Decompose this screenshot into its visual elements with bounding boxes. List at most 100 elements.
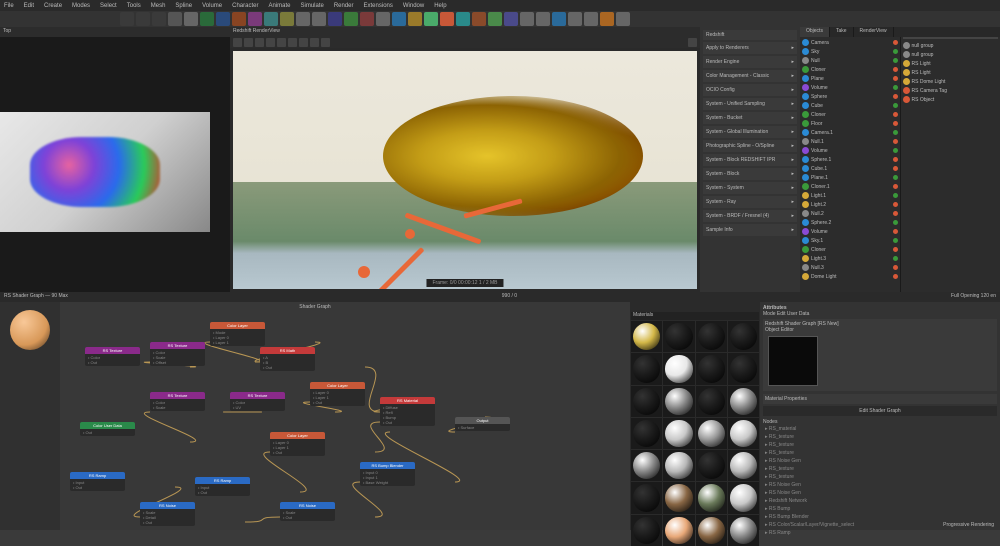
material-swatch[interactable] xyxy=(696,321,727,352)
timeline[interactable]: RS Shader Graph — 90 Max 990 / 0 Full Op… xyxy=(0,292,1000,302)
material-swatch[interactable] xyxy=(696,450,727,481)
object-visibility-dot[interactable] xyxy=(893,166,898,171)
object-visibility-dot[interactable] xyxy=(893,256,898,261)
menu-mesh[interactable]: Mesh xyxy=(151,3,166,9)
toolbar-icon-9[interactable] xyxy=(264,12,278,26)
shader-node[interactable]: RS Material • Diffuse• Refl• Bump• Out xyxy=(380,397,435,426)
material-swatch[interactable] xyxy=(663,321,694,352)
object-visibility-dot[interactable] xyxy=(893,238,898,243)
object-visibility-dot[interactable] xyxy=(893,193,898,198)
object-visibility-dot[interactable] xyxy=(893,274,898,279)
toolbar-icon-13[interactable] xyxy=(328,12,342,26)
material-swatch[interactable] xyxy=(663,353,694,384)
render-setting-section[interactable]: System - System▸ xyxy=(703,182,797,194)
material-swatch[interactable] xyxy=(728,418,759,449)
object-visibility-dot[interactable] xyxy=(893,49,898,54)
shader-node[interactable]: Color User Data • Out xyxy=(80,422,135,436)
tab-renderview[interactable]: RenderView xyxy=(854,27,894,37)
object-visibility-dot[interactable] xyxy=(893,184,898,189)
render-setting-section[interactable]: Photographic Spline - O/Spline▸ xyxy=(703,140,797,152)
attribute-tree-item[interactable]: ▸ RS_texture xyxy=(763,449,997,457)
menu-volume[interactable]: Volume xyxy=(202,3,222,9)
object-tree-item[interactable]: Dome Light xyxy=(802,272,898,281)
material-swatch[interactable] xyxy=(663,515,694,546)
material-swatch[interactable] xyxy=(728,386,759,417)
material-swatch[interactable] xyxy=(696,386,727,417)
object-visibility-dot[interactable] xyxy=(893,139,898,144)
render-setting-section[interactable]: Sample Info▸ xyxy=(703,224,797,236)
object-visibility-dot[interactable] xyxy=(893,121,898,126)
object-visibility-dot[interactable] xyxy=(893,220,898,225)
object-tree-item[interactable]: Plane xyxy=(802,74,898,83)
object-tree-item[interactable]: Floor xyxy=(802,119,898,128)
object-tree-item[interactable]: Volume xyxy=(802,83,898,92)
node-port[interactable]: • Out xyxy=(143,520,192,525)
material-swatch[interactable] xyxy=(631,353,662,384)
toolbar-icon-29[interactable] xyxy=(584,12,598,26)
toolbar-icon-5[interactable] xyxy=(200,12,214,26)
shader-node[interactable]: Color Layer • Layer 0• Layer 1• Out xyxy=(270,432,325,456)
toolbar-icon-23[interactable] xyxy=(488,12,502,26)
object-tree-item[interactable]: Null.1 xyxy=(802,137,898,146)
snapshot-icon[interactable] xyxy=(288,38,297,47)
object-visibility-dot[interactable] xyxy=(893,103,898,108)
attribute-tree-item[interactable]: ▸ RS Bump xyxy=(763,505,997,513)
toolbar-icon-24[interactable] xyxy=(504,12,518,26)
object-visibility-dot[interactable] xyxy=(893,40,898,45)
node-port[interactable]: • Offset xyxy=(153,360,202,365)
object-tree-item[interactable]: RS Dome Light xyxy=(903,77,999,86)
render-setting-section[interactable]: OCIO Config▸ xyxy=(703,84,797,96)
node-port[interactable]: • UV xyxy=(233,405,282,410)
material-swatch[interactable] xyxy=(728,450,759,481)
render-output[interactable]: Frame: 0/0 00:00:12 1 / 2 MB xyxy=(233,51,697,289)
material-swatch[interactable] xyxy=(631,515,662,546)
render-setting-section[interactable]: System - Block REDSHIFT IPR▸ xyxy=(703,154,797,166)
attribute-tree-item[interactable]: ▸ RS_material xyxy=(763,425,997,433)
attribute-tree-item[interactable]: ▸ RS_texture xyxy=(763,433,997,441)
object-visibility-dot[interactable] xyxy=(893,112,898,117)
toolbar-icon-8[interactable] xyxy=(248,12,262,26)
object-tree-item[interactable]: Camera xyxy=(802,38,898,47)
object-visibility-dot[interactable] xyxy=(893,94,898,99)
object-visibility-dot[interactable] xyxy=(893,76,898,81)
object-visibility-dot[interactable] xyxy=(893,148,898,153)
object-tree-item[interactable]: RS Object xyxy=(903,95,999,104)
shader-node[interactable]: RS Texture • Color• Scale• Offset xyxy=(150,342,205,366)
toolbar-icon-27[interactable] xyxy=(552,12,566,26)
node-port[interactable]: • Out xyxy=(313,400,362,405)
object-tree-item[interactable]: null group xyxy=(903,50,999,59)
shader-node[interactable]: Color Layer • Layer 0• Layer 1• Out xyxy=(310,382,365,406)
object-tree-item[interactable]: RS Light xyxy=(903,68,999,77)
render-setting-section[interactable]: Apply to Renderers▸ xyxy=(703,42,797,54)
zoom-icon[interactable] xyxy=(310,38,319,47)
shader-node[interactable]: Output • Surface xyxy=(455,417,510,431)
render-ipr-icon[interactable] xyxy=(255,38,264,47)
object-visibility-dot[interactable] xyxy=(893,67,898,72)
object-tree-item[interactable]: Sky.1 xyxy=(802,236,898,245)
render-stop-icon[interactable] xyxy=(244,38,253,47)
render-setting-section[interactable]: System - Block▸ xyxy=(703,168,797,180)
toolbar-icon-20[interactable] xyxy=(440,12,454,26)
attribute-tree-item[interactable]: ▸ RS_texture xyxy=(763,473,997,481)
menu-window[interactable]: Window xyxy=(403,3,424,9)
object-tree-item[interactable]: Sky xyxy=(802,47,898,56)
node-port[interactable]: • Surface xyxy=(458,425,507,430)
shader-node[interactable]: RS Ramp • Input• Out xyxy=(195,477,250,496)
node-port[interactable]: • Base Weight xyxy=(363,480,412,485)
menu-edit[interactable]: Edit xyxy=(24,3,34,9)
toolbar-icon-18[interactable] xyxy=(408,12,422,26)
attribute-tree-item[interactable]: ▸ RS_texture xyxy=(763,441,997,449)
object-visibility-dot[interactable] xyxy=(893,229,898,234)
toolbar-icon-6[interactable] xyxy=(216,12,230,26)
object-tree-item[interactable]: Cube xyxy=(802,101,898,110)
region-icon[interactable] xyxy=(277,38,286,47)
attributes-mode[interactable]: Mode Edit User Data xyxy=(763,311,997,317)
attribute-tree-item[interactable]: ▸ RS Noise Gen xyxy=(763,481,997,489)
object-tree-item[interactable]: Sphere.2 xyxy=(802,218,898,227)
render-setting-section[interactable]: Color Management - Classic▸ xyxy=(703,70,797,82)
menu-render[interactable]: Render xyxy=(334,3,354,9)
tab-take[interactable]: Take xyxy=(830,27,854,37)
menu-simulate[interactable]: Simulate xyxy=(300,3,323,9)
menu-spline[interactable]: Spline xyxy=(175,3,192,9)
object-tree-item[interactable]: Light.2 xyxy=(802,200,898,209)
